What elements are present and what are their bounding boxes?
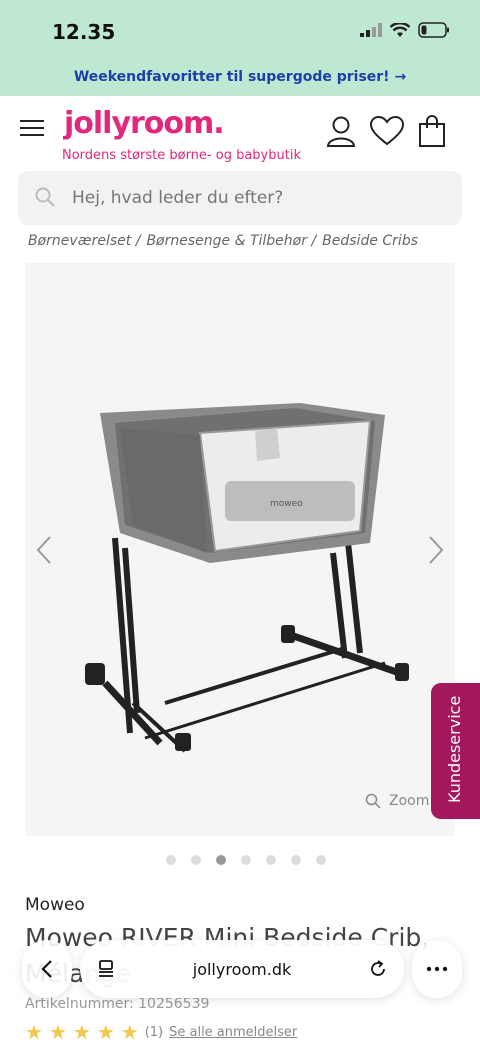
product-image-gallery[interactable]: moweo Zoom xyxy=(25,263,455,836)
chevron-left-icon xyxy=(41,960,52,978)
heart-icon[interactable] xyxy=(370,116,404,146)
site-tagline: Nordens største børne- og babybutik xyxy=(62,148,301,163)
more-button[interactable] xyxy=(412,940,462,998)
user-icon[interactable] xyxy=(326,115,356,147)
more-icon xyxy=(426,966,448,972)
gallery-dot-active[interactable] xyxy=(216,855,226,865)
product-image: moweo xyxy=(85,403,409,753)
wifi-icon xyxy=(390,22,410,37)
gallery-dot[interactable] xyxy=(291,855,301,865)
promo-banner[interactable]: Weekendfavoritter til supergode priser! … xyxy=(0,62,480,96)
gallery-dot[interactable] xyxy=(316,855,326,865)
svg-text:moweo: moweo xyxy=(270,499,303,509)
site-header: jollyroom. Nordens største børne- og bab… xyxy=(0,96,480,170)
back-button[interactable] xyxy=(22,940,72,998)
gallery-dot[interactable] xyxy=(266,855,276,865)
header-icons xyxy=(326,114,446,148)
browser-toolbar: jollyroom.dk xyxy=(22,940,462,998)
menu-icon[interactable] xyxy=(20,120,44,138)
article-label: Artikelnummer: xyxy=(25,996,134,1012)
chevron-right-icon[interactable] xyxy=(427,535,445,565)
battery-icon xyxy=(418,22,449,38)
url-text[interactable]: jollyroom.dk xyxy=(193,960,292,979)
product-rating[interactable]: ★ ★ ★ ★ ★ (1) Se alle anmeldelser xyxy=(25,1020,297,1044)
gallery-dot[interactable] xyxy=(191,855,201,865)
address-bar[interactable]: jollyroom.dk xyxy=(80,940,404,998)
breadcrumb-item-bornesenge[interactable]: Børnesenge & Tilbehør / xyxy=(146,233,316,249)
star-icon: ★ xyxy=(72,1020,91,1044)
article-value: 10256539 xyxy=(138,996,210,1012)
star-icon: ★ xyxy=(48,1020,67,1044)
rating-count: (1) xyxy=(144,1024,164,1040)
article-number: Artikelnummer: 10256539 xyxy=(25,996,209,1012)
gallery-dot[interactable] xyxy=(241,855,251,865)
star-icon: ★ xyxy=(120,1020,139,1044)
search-bar[interactable] xyxy=(18,171,462,225)
search-icon xyxy=(35,187,55,207)
bag-icon[interactable] xyxy=(418,114,446,148)
breadcrumb-item-bedside-cribs[interactable]: Bedside Cribs xyxy=(322,233,418,249)
chevron-left-icon[interactable] xyxy=(35,535,53,565)
zoom-control[interactable]: Zoom xyxy=(365,793,429,809)
zoom-label: Zoom xyxy=(389,793,430,809)
site-logo[interactable]: jollyroom. xyxy=(64,106,225,141)
kundeservice-label: Kundeservice xyxy=(445,695,464,803)
status-icons xyxy=(360,22,450,38)
search-input[interactable] xyxy=(72,171,452,225)
signal-icon xyxy=(360,23,382,37)
product-brand[interactable]: Moweo xyxy=(25,895,85,915)
reviews-link[interactable]: Se alle anmeldelser xyxy=(169,1025,297,1040)
status-bar: 12.35 xyxy=(0,0,480,62)
star-icon: ★ xyxy=(96,1020,115,1044)
breadcrumb-item-borneværelset[interactable]: Børneværelset / xyxy=(28,233,140,249)
reload-icon[interactable] xyxy=(368,959,388,979)
tabs-icon[interactable] xyxy=(96,959,116,979)
gallery-dot[interactable] xyxy=(166,855,176,865)
zoom-icon xyxy=(365,793,381,809)
star-icon: ★ xyxy=(25,1020,43,1044)
status-time: 12.35 xyxy=(52,20,116,44)
breadcrumb: Børneværelset / Børnesenge & Tilbehør / … xyxy=(28,233,418,249)
gallery-dots xyxy=(166,855,326,865)
kundeservice-tab[interactable]: Kundeservice xyxy=(431,683,480,819)
